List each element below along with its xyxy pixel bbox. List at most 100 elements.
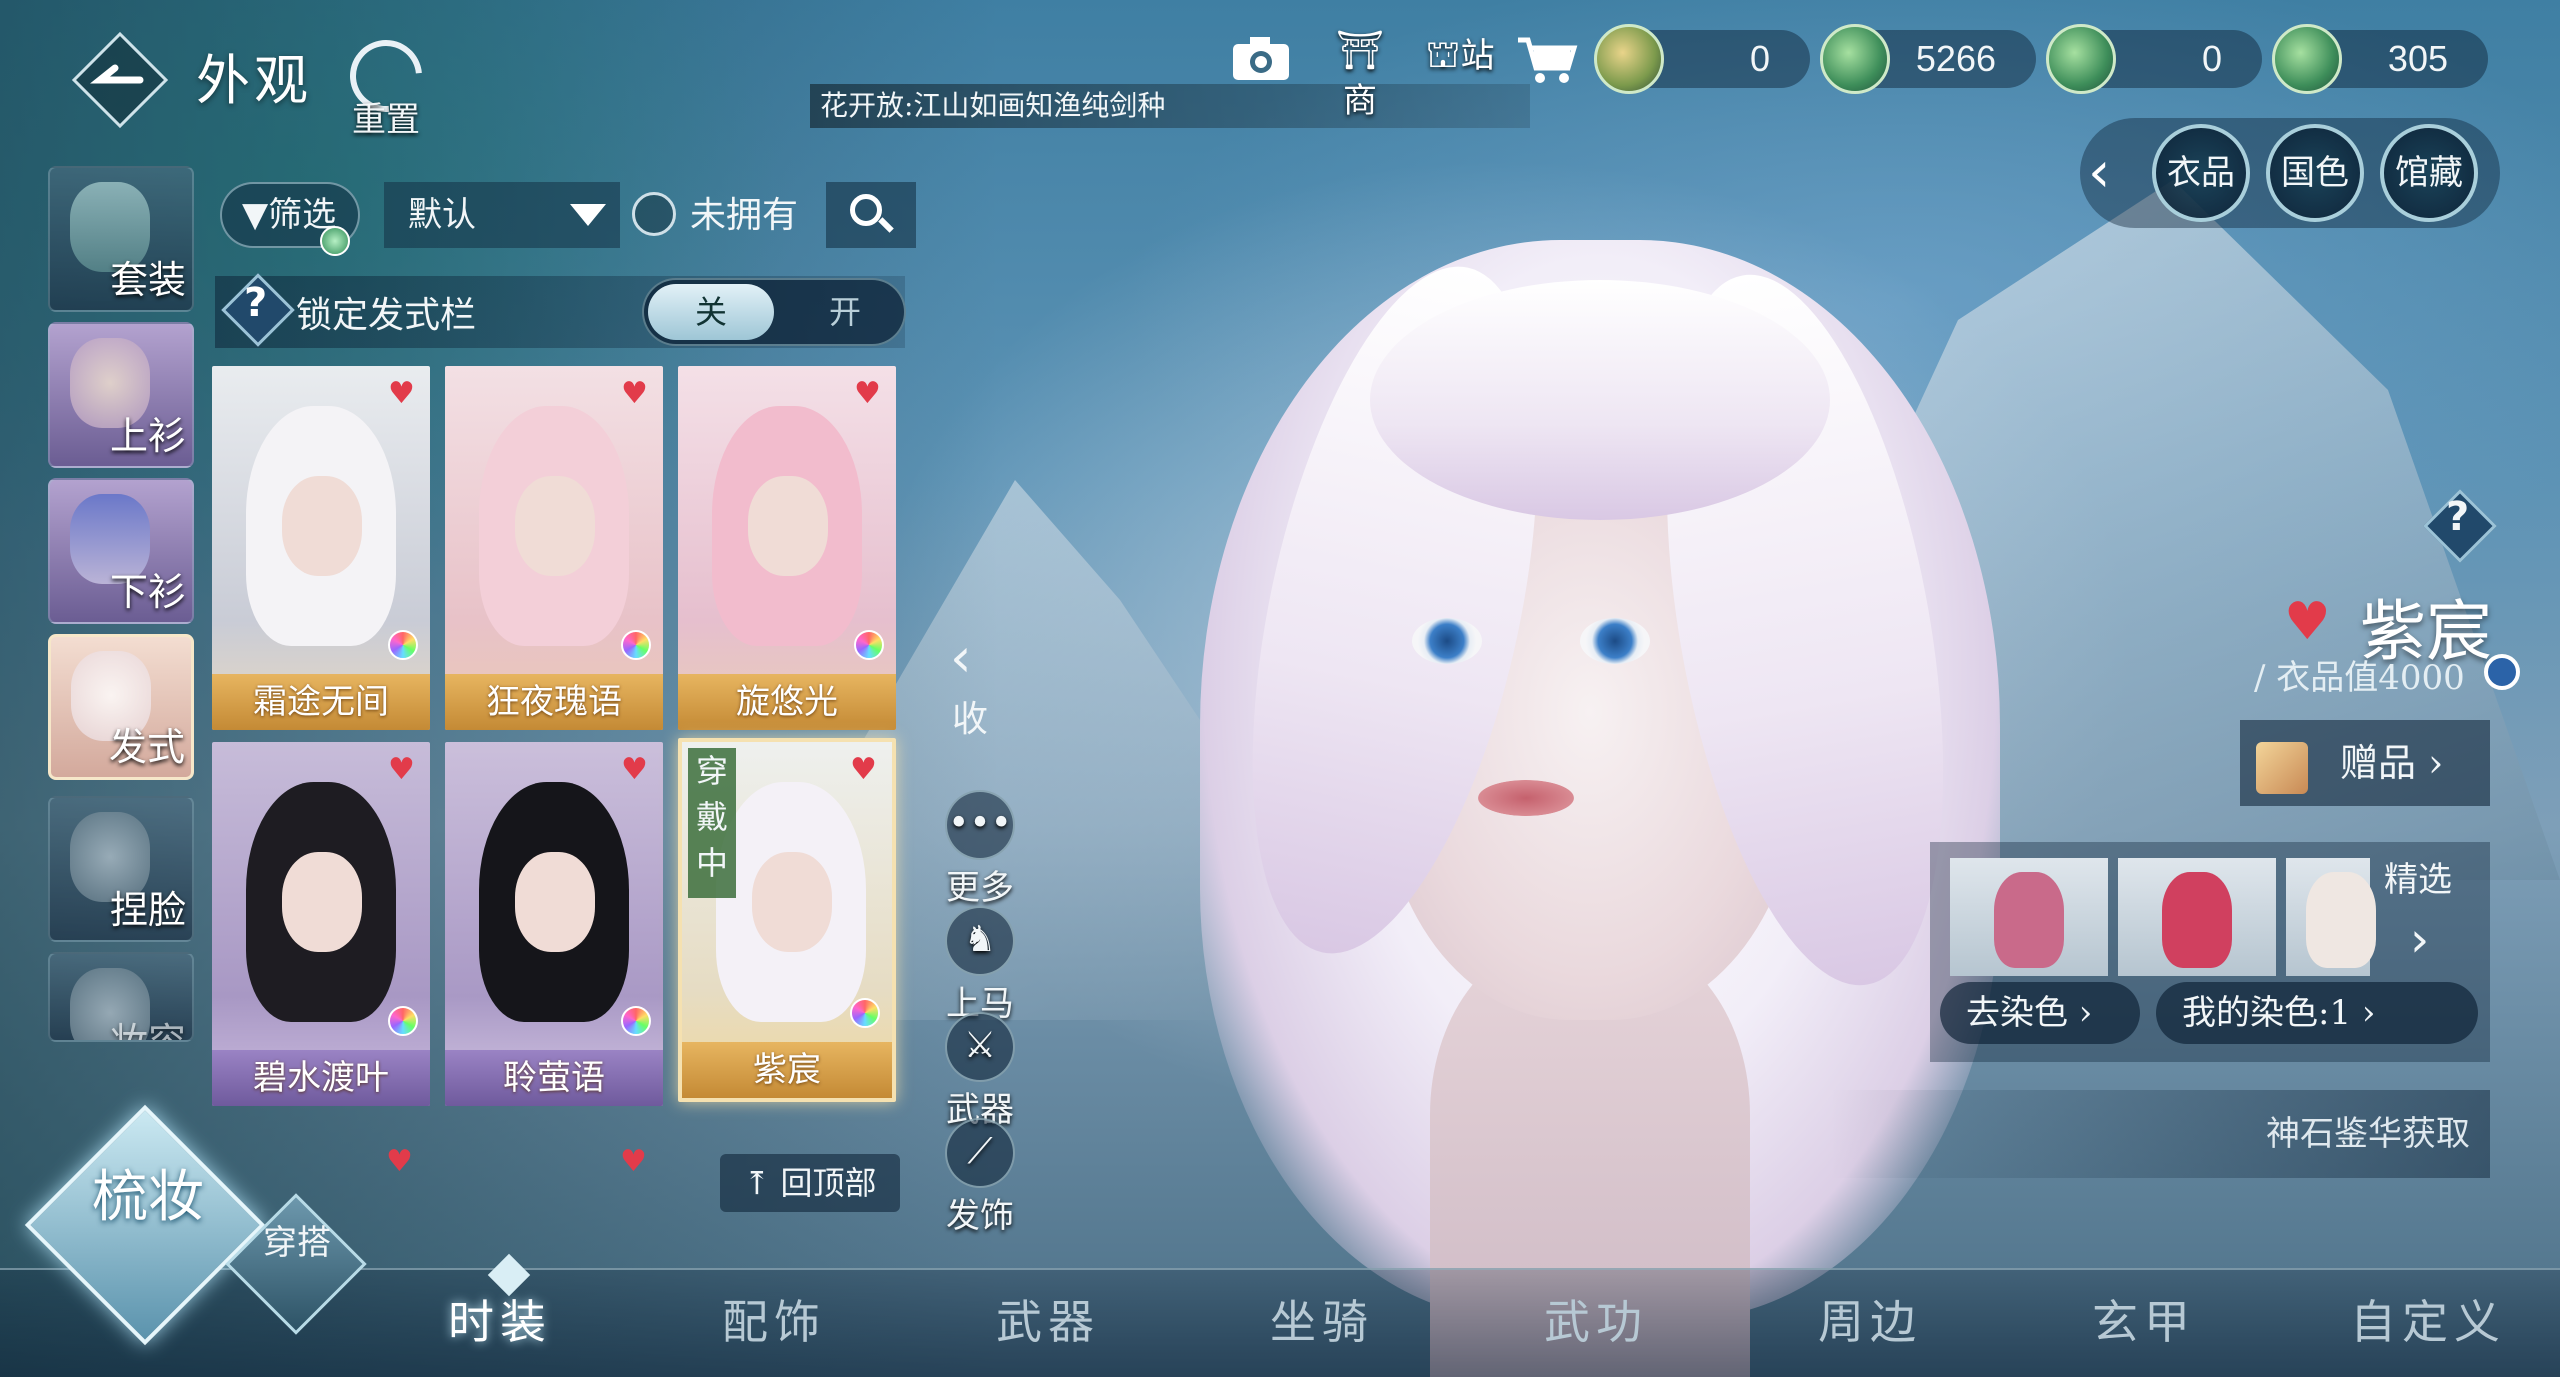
hairstyle-card[interactable]: ♥ 旋悠光 <box>678 366 896 730</box>
green-coin-icon[interactable] <box>2046 24 2116 94</box>
camera-icon[interactable] <box>1230 34 1292 84</box>
hairstyle-card-name: 聆萤语 <box>445 1050 663 1106</box>
more-label: 更多 <box>946 868 1014 908</box>
lock-hairstyle-label: 锁定发式栏 <box>296 295 477 336</box>
chevron-down-icon <box>570 204 606 226</box>
hairstyle-preview-face <box>748 476 828 576</box>
dye-icon <box>388 1006 418 1036</box>
help-icon-mark: ? <box>244 280 268 326</box>
favorite-heart-icon[interactable]: ♥ <box>2284 592 2331 652</box>
gift-label: 赠品 <box>2340 741 2417 785</box>
right-nav-button-attire[interactable]: 衣品 <box>2152 124 2250 222</box>
dye-preview-thumb[interactable] <box>2118 858 2276 976</box>
green-coin-icon[interactable] <box>2272 24 2342 94</box>
green-coin-icon[interactable] <box>1820 24 1890 94</box>
back-arrow-icon[interactable] <box>70 30 170 130</box>
page-title: 外观 <box>196 49 312 112</box>
cart-icon[interactable] <box>1516 34 1578 86</box>
tab-accessories[interactable]: 配饰 <box>664 1278 884 1366</box>
lock-toggle-off-option[interactable]: 关 <box>648 284 774 340</box>
collapse-chevron-icon[interactable]: ‹ <box>950 626 972 689</box>
category-face[interactable]: 捏脸 <box>48 796 194 942</box>
tab-mounts[interactable]: 坐骑 <box>1212 1278 1432 1366</box>
favorite-heart-icon[interactable]: ♥ <box>388 755 418 785</box>
station-icon[interactable]: ⛫站 <box>1420 28 1500 88</box>
category-outfit[interactable]: 套装 <box>48 166 194 312</box>
right-nav-button-collection[interactable]: 馆藏 <box>2380 124 2478 222</box>
back-to-top-button[interactable]: ⤒ 回顶部 <box>720 1154 900 1212</box>
tab-martial-arts[interactable]: 武功 <box>1486 1278 1706 1366</box>
category-label: 妆容 <box>109 1020 186 1042</box>
shop-icon[interactable]: ⛩商 <box>1320 28 1400 121</box>
hairstyle-preview-face <box>515 476 595 576</box>
dye-preview-thumb[interactable] <box>2286 858 2376 976</box>
hairstyle-card[interactable]: ♥ 聆萤语 <box>445 742 663 1106</box>
favorite-heart-icon[interactable]: ♥ <box>388 379 418 409</box>
dye-icon <box>854 630 884 660</box>
tab-custom[interactable]: 自定义 <box>2308 1278 2548 1366</box>
dye-preview-hair <box>1994 872 2064 968</box>
wearing-badge: 穿戴中 <box>688 748 736 898</box>
favorite-heart-icon[interactable]: ♥ <box>386 1144 413 1179</box>
hairstyle-preview-face <box>282 476 362 576</box>
jade-coin-icon[interactable] <box>1594 24 1664 94</box>
my-dye-label: 我的染色:1 <box>2182 993 2352 1033</box>
more-button[interactable]: ••• 更多 <box>940 790 1020 909</box>
info-circle-icon[interactable] <box>2484 654 2520 690</box>
character-eye-left <box>1412 618 1482 664</box>
reset-label[interactable]: 重置 <box>352 92 420 141</box>
dye-icon <box>621 1006 651 1036</box>
character-lips <box>1478 780 1574 816</box>
announcement-ticker: 花开放:江山如画知渔纯剑种 <box>810 84 1530 128</box>
tab-armor[interactable]: 玄甲 <box>2034 1278 2254 1366</box>
collapse-label[interactable]: 收 <box>950 690 990 742</box>
tab-weapons[interactable]: 武器 <box>938 1278 1158 1366</box>
hairstyle-card-name: 狂夜瑰语 <box>445 674 663 730</box>
more-dots-icon: ••• <box>945 790 1015 860</box>
tab-surroundings[interactable]: 周边 <box>1760 1278 1980 1366</box>
lock-toggle-on-option[interactable]: 开 <box>790 284 900 340</box>
hairstyle-card[interactable]: ♥ 霜途无间 <box>212 366 430 730</box>
mode-dressing-label[interactable]: 梳妆 <box>88 1168 208 1228</box>
weapon-button[interactable]: ⚔ 武器 <box>940 1012 1020 1131</box>
category-makeup[interactable]: 妆容 <box>48 952 194 1042</box>
sort-dropdown-value: 默认 <box>408 195 476 235</box>
chevron-right-icon: › <box>2416 741 2444 785</box>
my-dye-button[interactable]: 我的染色:1 › <box>2156 982 2478 1044</box>
dye-icon <box>621 630 651 660</box>
item-attire-value: / 衣品值4000 <box>2254 658 2465 698</box>
hairstyle-card[interactable]: ♥ 狂夜瑰语 <box>445 366 663 730</box>
mount-button[interactable]: ♞ 上马 <box>940 906 1020 1025</box>
acquire-source-label: 神石鉴华获取 <box>1830 1090 2490 1178</box>
remove-dye-button[interactable]: 去染色 › <box>1940 982 2140 1044</box>
mode-outfit-label[interactable]: 穿搭 <box>262 1224 332 1262</box>
tab-fashion[interactable]: 时装 <box>390 1278 610 1366</box>
featured-label[interactable]: 精选 <box>2384 852 2452 901</box>
accessory-button[interactable]: ⟋ 发饰 <box>940 1118 1020 1237</box>
unowned-label[interactable]: 未拥有 <box>690 186 798 238</box>
shop-label: 商 <box>1343 81 1377 121</box>
dye-preview-hair <box>2306 872 2376 968</box>
favorite-heart-icon[interactable]: ♥ <box>621 379 651 409</box>
hairstyle-preview-face <box>282 852 362 952</box>
right-nav-button-national-color[interactable]: 国色 <box>2266 124 2364 222</box>
search-icon-handle <box>878 217 894 233</box>
category-top[interactable]: 上衫 <box>48 322 194 468</box>
favorite-heart-icon[interactable]: ♥ <box>621 755 651 785</box>
sort-dropdown[interactable]: 默认 <box>384 182 620 248</box>
category-hairstyle[interactable]: 发式 <box>48 634 194 780</box>
search-button[interactable] <box>826 182 916 248</box>
chevron-left-icon[interactable]: ‹ <box>2088 140 2110 205</box>
dye-icon <box>850 998 880 1028</box>
category-bottom[interactable]: 下衫 <box>48 478 194 624</box>
hairstyle-card-selected[interactable]: 穿戴中 ♥ 紫宸 <box>678 738 896 1102</box>
favorite-heart-icon[interactable]: ♥ <box>620 1144 647 1179</box>
gift-icon <box>2256 742 2308 794</box>
dye-preview-thumb[interactable] <box>1950 858 2108 976</box>
hairstyle-card[interactable]: ♥ 碧水渡叶 <box>212 742 430 1106</box>
favorite-heart-icon[interactable]: ♥ <box>854 379 884 409</box>
favorite-heart-icon[interactable]: ♥ <box>850 755 880 785</box>
chevron-right-icon[interactable]: › <box>2410 912 2429 968</box>
chevron-right-icon: › <box>2068 993 2093 1033</box>
unowned-radio[interactable] <box>632 192 676 236</box>
